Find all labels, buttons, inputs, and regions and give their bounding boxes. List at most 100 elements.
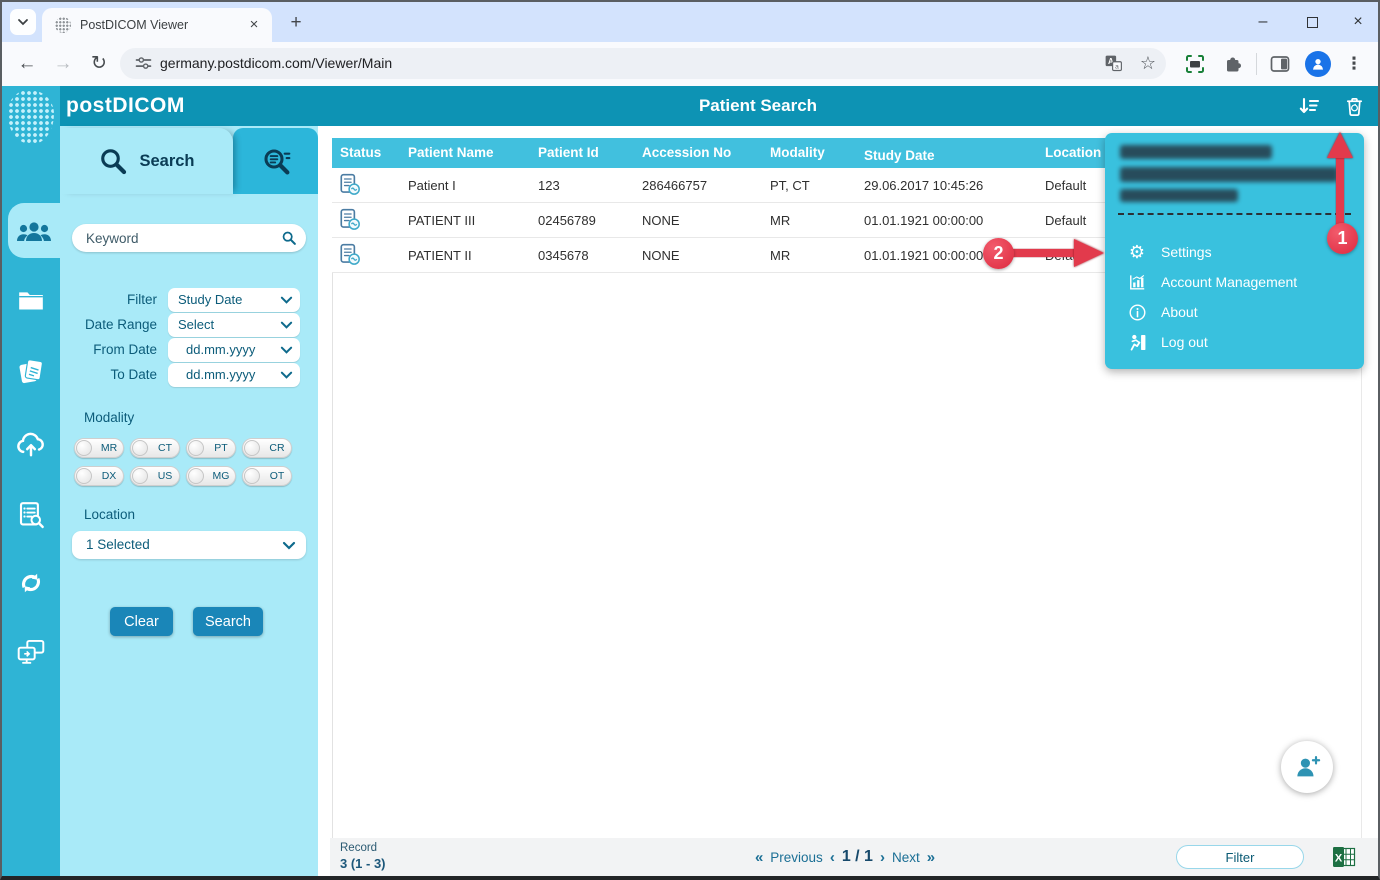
modality-toggle-mr[interactable]: MR: [74, 438, 124, 458]
modality-toggle-us[interactable]: US: [130, 466, 180, 486]
back-button[interactable]: ←: [14, 51, 40, 77]
previous-page-button[interactable]: Previous: [770, 850, 823, 865]
menu-item-log-out[interactable]: Log out: [1105, 327, 1364, 357]
menu-item-account-management[interactable]: Account Management: [1105, 267, 1364, 297]
bookmark-star-icon[interactable]: ☆: [1140, 50, 1156, 77]
chevron-down-icon: [18, 19, 28, 26]
location-label: Location: [84, 507, 136, 522]
cell-modality: PT, CT: [770, 177, 810, 193]
translate-icon[interactable]: Aa: [1103, 53, 1124, 74]
first-page-icon[interactable]: «: [755, 849, 763, 866]
sidebar-item-folders[interactable]: [2, 278, 60, 322]
column-header-status[interactable]: Status: [332, 138, 400, 168]
address-bar[interactable]: germany.postdicom.com/Viewer/Main Aa ☆: [120, 48, 1166, 79]
from-date-value: dd.mm.yyyy: [186, 342, 256, 357]
toggle-knob: [244, 468, 260, 484]
menu-item-label: About: [1161, 304, 1198, 320]
keyword-search-field: [72, 224, 306, 252]
sort-order-button[interactable]: [1294, 93, 1324, 120]
filter-button[interactable]: Filter: [1176, 845, 1304, 869]
toggle-knob: [188, 468, 204, 484]
from-date-select[interactable]: dd.mm.yyyy: [168, 338, 300, 362]
filter-label: Filter: [127, 292, 157, 307]
column-header-patient-id[interactable]: Patient Id: [530, 138, 634, 168]
browser-profile-avatar[interactable]: [1305, 51, 1331, 77]
search-panel: Search Filter Study Date Date Range Sele…: [60, 126, 318, 876]
sidebar-item-share-screens[interactable]: [2, 630, 60, 674]
side-panel-icon[interactable]: [1268, 52, 1292, 76]
modality-option-label: CR: [269, 442, 285, 454]
export-excel-button[interactable]: X: [1332, 846, 1356, 868]
browser-window: PostDICOM Viewer × + – × ← → ↻ germany.p…: [0, 0, 1380, 880]
menu-item-label: Account Management: [1161, 274, 1298, 290]
sidebar-item-studies[interactable]: [2, 350, 60, 394]
date-range-select[interactable]: Select: [168, 313, 300, 337]
studies-stack-icon: [19, 359, 43, 384]
location-select[interactable]: 1 Selected: [72, 531, 306, 559]
toggle-knob: [76, 468, 92, 484]
info-icon: [1127, 303, 1147, 322]
keyword-input[interactable]: [86, 224, 271, 252]
postdicom-dots-logo-icon: [8, 90, 54, 144]
tab-close-icon[interactable]: ×: [244, 15, 264, 35]
clear-button[interactable]: Clear: [110, 607, 173, 636]
study-report-status-icon: [340, 208, 360, 230]
window-minimize-button[interactable]: –: [1240, 2, 1286, 42]
menu-item-about[interactable]: About: [1105, 297, 1364, 327]
menu-items: ⚙ Settings Account Management About Log …: [1105, 237, 1364, 357]
bar-chart-icon: [1127, 273, 1147, 292]
tab-advanced-search[interactable]: [233, 128, 318, 194]
menu-divider: [1118, 213, 1351, 215]
window-close-button[interactable]: ×: [1336, 2, 1380, 42]
app-sidebar: [2, 86, 60, 876]
modality-toggle-pt[interactable]: PT: [186, 438, 236, 458]
sidebar-item-patient-search[interactable]: [8, 203, 60, 258]
screen-capture-icon[interactable]: [1183, 52, 1207, 76]
search-button[interactable]: Search: [193, 607, 263, 636]
sidebar-item-transfer[interactable]: [2, 561, 60, 605]
cell-patient-name: Patient I: [408, 177, 456, 193]
cell-accession-no: NONE: [642, 247, 680, 263]
annotation-arrow-2-head: [1074, 239, 1104, 267]
column-header-study-date[interactable]: ▼ Study Date: [856, 129, 1037, 168]
reload-button[interactable]: ↻: [86, 51, 112, 77]
modality-toggle-ot[interactable]: OT: [242, 466, 292, 486]
sidebar-item-upload[interactable]: [2, 421, 60, 465]
new-tab-button[interactable]: +: [284, 11, 308, 35]
previous-page-icon[interactable]: ‹: [830, 849, 835, 866]
url-text: germany.postdicom.com/Viewer/Main: [160, 55, 393, 71]
site-settings-icon[interactable]: [133, 53, 154, 74]
cell-accession-no: NONE: [642, 212, 680, 228]
menu-item-settings[interactable]: ⚙ Settings: [1105, 237, 1364, 267]
study-report-status-icon: [340, 243, 360, 265]
filter-select-value: Study Date: [178, 292, 243, 307]
column-header-modality[interactable]: Modality: [762, 138, 856, 168]
last-page-icon[interactable]: »: [927, 849, 935, 866]
tab-search[interactable]: Search: [60, 128, 233, 194]
app-header: postDICOM Patient Search: [58, 86, 1378, 126]
forward-button[interactable]: →: [50, 51, 76, 77]
deleted-items-button[interactable]: [1339, 93, 1369, 120]
next-page-icon[interactable]: ›: [880, 849, 885, 866]
window-maximize-button[interactable]: [1289, 2, 1335, 42]
filter-select[interactable]: Study Date: [168, 288, 300, 312]
to-date-select[interactable]: dd.mm.yyyy: [168, 363, 300, 387]
next-page-button[interactable]: Next: [892, 850, 920, 865]
modality-toggle-dx[interactable]: DX: [74, 466, 124, 486]
sidebar-item-worklist[interactable]: [2, 493, 60, 537]
modality-toggle-cr[interactable]: CR: [242, 438, 292, 458]
modality-toggle-mg[interactable]: MG: [186, 466, 236, 486]
search-icon[interactable]: [281, 230, 297, 246]
modality-option-label: OT: [269, 470, 285, 482]
excel-icon: X: [1333, 847, 1356, 867]
browser-titlebar: PostDICOM Viewer × + – ×: [2, 2, 1378, 42]
browser-tab[interactable]: PostDICOM Viewer ×: [42, 8, 272, 42]
modality-toggle-ct[interactable]: CT: [130, 438, 180, 458]
column-header-accession-no[interactable]: Accession No: [634, 138, 762, 168]
extensions-puzzle-icon[interactable]: [1221, 52, 1245, 76]
column-header-patient-name[interactable]: Patient Name: [400, 138, 530, 168]
browser-menu-kebab-icon[interactable]: ⋮: [1344, 51, 1364, 77]
add-patient-fab[interactable]: [1281, 741, 1333, 793]
cell-patient-name: PATIENT III: [408, 212, 476, 228]
tab-search-button[interactable]: [10, 9, 36, 35]
